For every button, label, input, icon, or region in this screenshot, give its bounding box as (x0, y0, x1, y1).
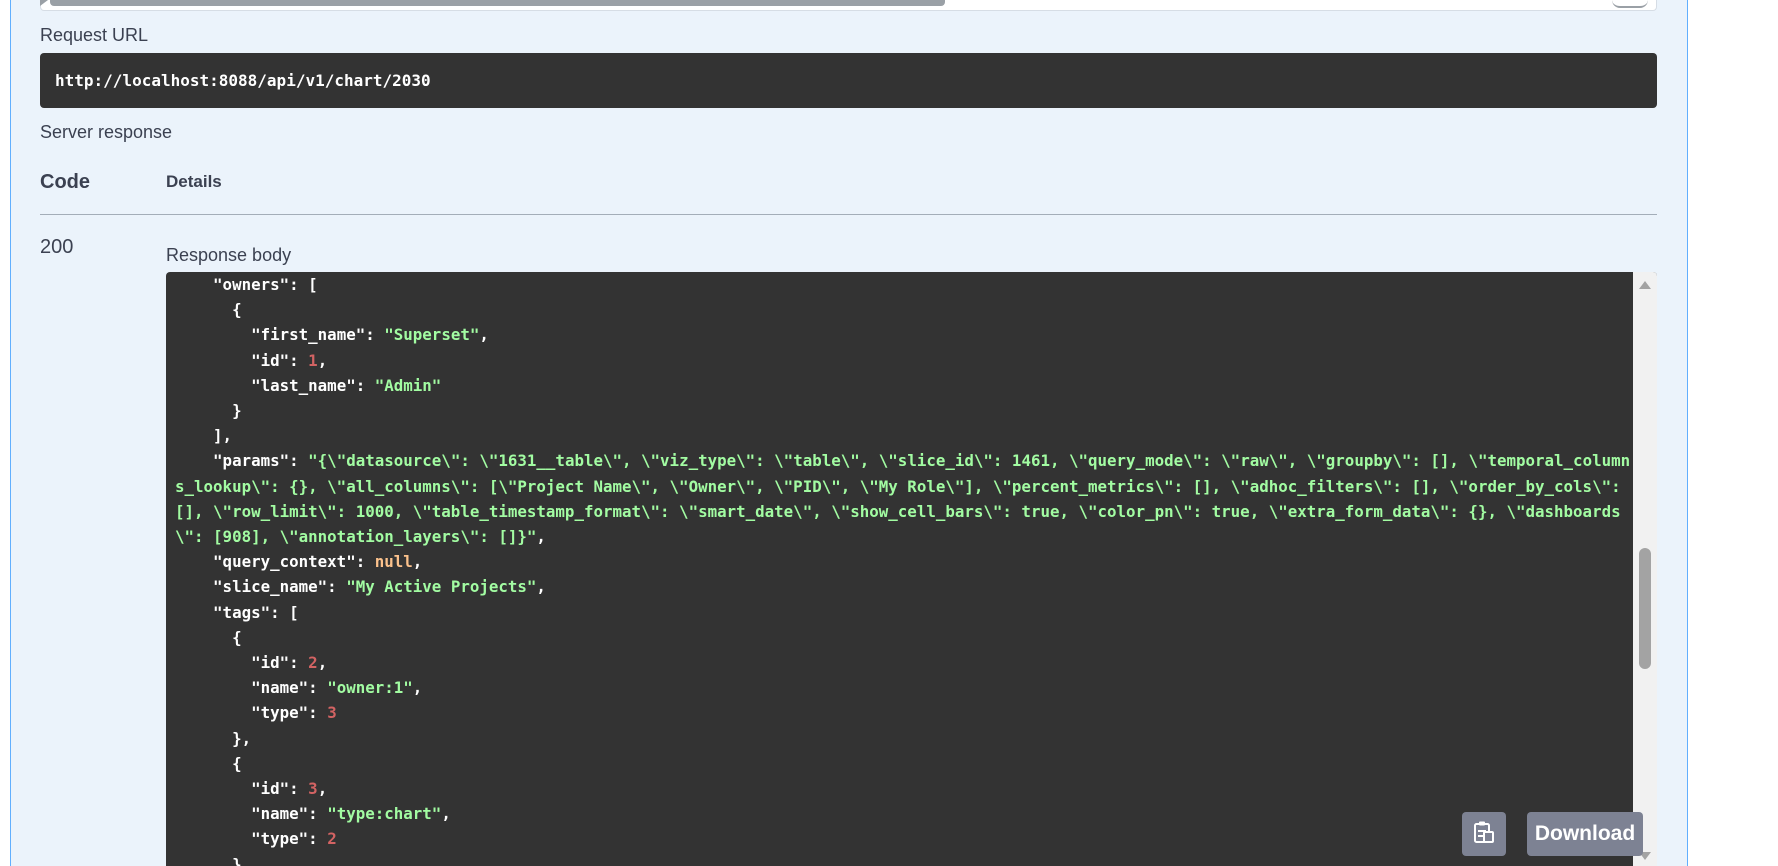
response-code: 200 (40, 236, 74, 258)
response-body-code[interactable]: "owners": [ { "first_name": "Superset", … (175, 272, 1633, 866)
json-token: 2 (308, 653, 318, 673)
scrollbar-thumb[interactable] (1639, 548, 1651, 669)
json-token: 3 (327, 703, 337, 723)
clipboard-icon (1473, 820, 1495, 849)
json-token: { (175, 627, 242, 647)
json-token: } (175, 854, 242, 866)
json-token: , (317, 779, 328, 799)
json-token: "{\"datasource\": \"1631__table\", \"viz… (175, 451, 1631, 547)
json-token: "params": (175, 451, 309, 471)
json-token: "type": (175, 829, 328, 849)
json-token: { (175, 300, 242, 320)
json-token: , (412, 678, 423, 698)
response-body-scrollbar[interactable] (1633, 272, 1657, 866)
json-token: "id": (175, 653, 309, 673)
json-token: , (479, 325, 489, 345)
details-column-header: Details (166, 172, 222, 191)
json-token: } (175, 401, 242, 421)
json-token: , (317, 350, 328, 370)
json-token: "type": (175, 703, 328, 723)
json-token: , (317, 653, 328, 673)
request-url-label: Request URL (40, 25, 149, 45)
json-token: , (412, 552, 423, 572)
json-token: "first_name": (175, 325, 385, 345)
json-token: "My Active Projects" (346, 577, 537, 597)
json-token: 3 (308, 779, 318, 799)
scroll-right-arrow-icon[interactable] (1612, 0, 1648, 8)
json-token: 1 (308, 350, 318, 370)
horizontal-scrollbar-thumb[interactable] (50, 0, 945, 6)
json-token: "name": (175, 804, 328, 824)
request-url-box: http://localhost:8088/api/v1/chart/2030 (40, 53, 1657, 108)
table-header-divider (40, 214, 1657, 215)
json-token: "type:chart" (327, 804, 442, 824)
server-response-label: Server response (40, 122, 173, 142)
json-token: { (175, 753, 242, 773)
json-token: "query_context": (175, 552, 375, 572)
response-body[interactable]: "owners": [ { "first_name": "Superset", … (166, 272, 1657, 866)
download-button[interactable]: Download (1527, 812, 1643, 856)
json-token: }, (175, 728, 252, 748)
json-token: ], (175, 426, 233, 446)
json-token: , (536, 577, 546, 597)
json-token: "Superset" (384, 325, 480, 345)
json-token: "owners": [ (175, 275, 318, 294)
json-token: "Admin" (374, 375, 442, 395)
json-token: "owner:1" (327, 678, 413, 698)
json-token: , (536, 527, 546, 547)
scroll-up-arrow-icon[interactable] (1639, 281, 1651, 289)
json-token: "name": (175, 678, 328, 698)
json-token: 2 (327, 829, 337, 849)
code-column-header: Code (40, 171, 90, 193)
response-body-label: Response body (166, 245, 292, 265)
scroll-left-arrow-icon[interactable] (40, 0, 48, 6)
json-token: "last_name": (175, 375, 375, 395)
copy-to-clipboard-button[interactable] (1462, 812, 1506, 856)
json-token: "slice_name": (175, 577, 347, 597)
json-token: null (374, 552, 413, 572)
request-url-value: http://localhost:8088/api/v1/chart/2030 (55, 71, 431, 90)
json-token: "tags": [ (175, 602, 299, 622)
json-token: "id": (175, 350, 309, 370)
json-token: , (441, 804, 451, 824)
json-token: "id": (175, 779, 309, 799)
